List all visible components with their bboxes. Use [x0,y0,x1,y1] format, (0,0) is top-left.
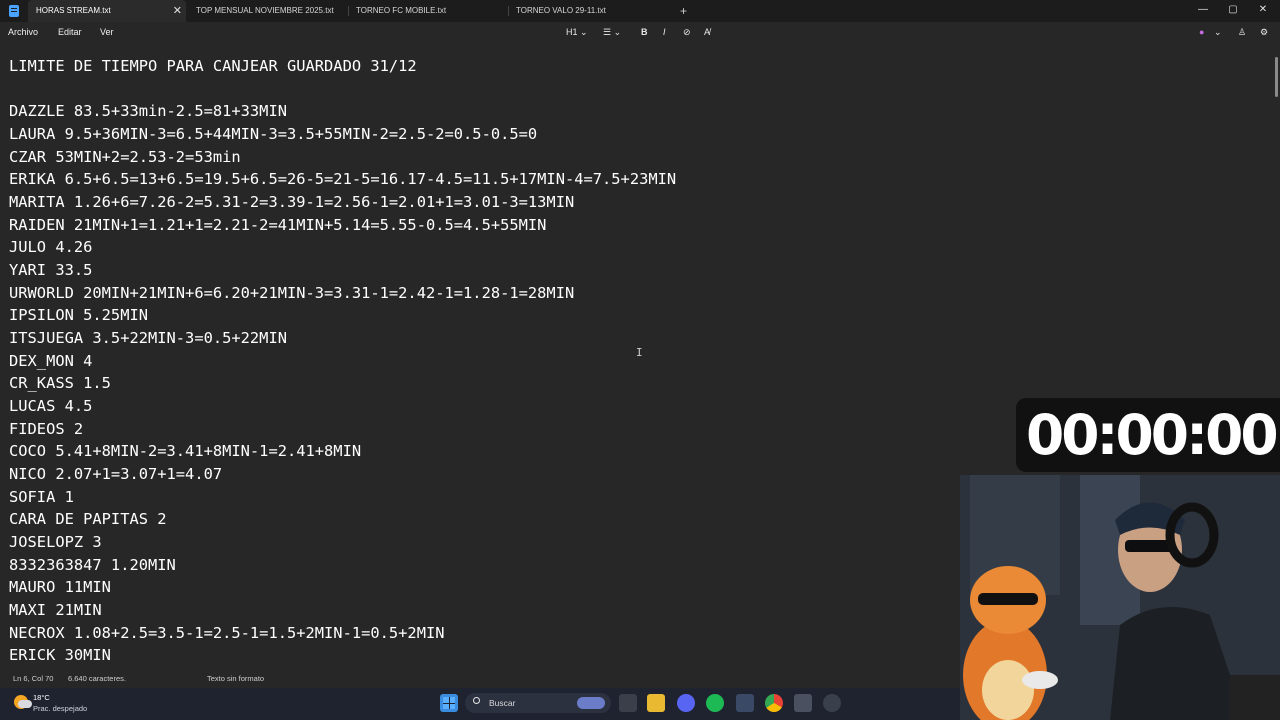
search-placeholder: Buscar [489,698,516,708]
text-line: ERICK 30MIN [9,646,111,664]
tab-top-mensual[interactable]: TOP MENSUAL NOVIEMBRE 2025.txt [188,0,348,22]
text-line: CZAR 53MIN+2=2.53-2=53min [9,148,241,166]
maximize-button[interactable]: ▢ [1218,0,1248,22]
tab-bar: HORAS STREAM.txt ✕ TOP MENSUAL NOVIEMBRE… [0,0,1280,22]
link-icon[interactable]: ⊘ [683,22,691,43]
discord-icon[interactable] [677,694,695,712]
weather-temperature[interactable]: 18°C [33,693,50,702]
menu-bar: Archivo Editar Ver H1 ⌄ ☰ ⌄ B I ⊘ A̸ ● ⌄… [0,22,1280,43]
search-icon [473,697,480,704]
menu-archivo[interactable]: Archivo [8,22,38,43]
chrome-icon[interactable] [765,694,783,712]
app-icon[interactable] [823,694,841,712]
calculator-icon[interactable] [794,694,812,712]
tab-label: TORNEO FC MOBILE.txt [356,6,447,15]
text-line: MARITA 1.26+6=7.26-2=5.31-2=3.39-1=2.56-… [9,193,575,211]
task-view-icon[interactable] [619,694,637,712]
text-line: LIMITE DE TIEMPO PARA CANJEAR GUARDADO 3… [9,57,417,75]
notepad-taskbar-icon[interactable] [736,694,754,712]
text-line: YARI 33.5 [9,261,93,279]
text-format[interactable]: Texto sin formato [207,670,264,688]
text-line: RAIDEN 21MIN+1=1.21+1=2.21-2=41MIN+5.14=… [9,216,547,234]
stream-timer: 00:00:00 [1016,398,1280,472]
weather-description[interactable]: Prac. despejado [33,704,87,713]
vertical-scrollbar[interactable] [1275,57,1278,97]
list-dropdown-icon[interactable]: ☰ ⌄ [603,22,621,43]
tab-label: HORAS STREAM.txt [36,6,111,15]
user-icon[interactable]: ♙ [1238,22,1246,43]
text-line: ERIKA 6.5+6.5=13+6.5=19.5+6.5=26-5=21-5=… [9,170,677,188]
text-line: URWORLD 20MIN+21MIN+6=6.20+21MIN-3=3.31-… [9,284,575,302]
text-line: CR_KASS 1.5 [9,374,111,392]
new-tab-button[interactable]: + [680,0,687,22]
tab-torneo-valo[interactable]: TORNEO VALO 29-11.txt [508,0,668,22]
tab-label: TORNEO VALO 29-11.txt [516,6,606,15]
clear-format-icon[interactable]: A̸ [704,22,710,43]
bold-button[interactable]: B [641,22,648,43]
text-line: LAURA 9.5+36MIN-3=6.5+44MIN-3=3.5+55MIN-… [9,125,538,143]
tab-label: TOP MENSUAL NOVIEMBRE 2025.txt [196,6,334,15]
text-line: CARA DE PAPITAS 2 [9,510,167,528]
tab-torneo-fc-mobile[interactable]: TORNEO FC MOBILE.txt [348,0,508,22]
settings-gear-icon[interactable]: ⚙ [1260,22,1268,43]
weather-icon[interactable] [14,695,32,709]
windows-start-icon[interactable] [440,694,458,712]
text-line: FIDEOS 2 [9,420,84,438]
text-line: JOSELOPZ 3 [9,533,102,551]
text-line: JULO 4.26 [9,238,93,256]
text-line: SOFIA 1 [9,488,74,506]
search-highlight-icon [577,697,605,709]
text-line: DAZZLE 83.5+33min-2.5=81+33MIN [9,102,287,120]
minimize-button[interactable]: — [1188,0,1218,22]
text-line: NICO 2.07+1=3.07+1=4.07 [9,465,223,483]
close-tab-icon[interactable]: ✕ [173,0,182,22]
mouse-ibeam-cursor-icon: I [636,346,643,359]
text-line: ITSJUEGA 3.5+22MIN-3=0.5+22MIN [9,329,287,347]
character-count: 6.640 caracteres. [68,674,126,683]
text-line: LUCAS 4.5 [9,397,93,415]
close-window-button[interactable]: ✕ [1248,0,1278,22]
cursor-position: Ln 6, Col 70 [13,674,54,683]
spotify-icon[interactable] [706,694,724,712]
menu-ver[interactable]: Ver [100,22,114,43]
text-line: DEX_MON 4 [9,352,93,370]
notepad-app-icon [9,5,19,17]
text-line: NECROX 1.08+2.5=3.5-1=2.5-1=1.5+2MIN-1=0… [9,624,445,642]
heading-dropdown[interactable]: H1 ⌄ [566,22,588,43]
italic-button[interactable]: I [663,22,666,43]
chevron-down-icon[interactable]: ⌄ [1214,22,1222,43]
tab-horas-stream[interactable]: HORAS STREAM.txt ✕ [28,0,186,22]
text-line: COCO 5.41+8MIN-2=3.41+8MIN-1=2.41+8MIN [9,442,362,460]
webcam-image [960,475,1280,720]
text-line: MAXI 21MIN [9,601,102,619]
text-line: MAURO 11MIN [9,578,111,596]
webcam-feed [960,475,1280,720]
copilot-icon[interactable]: ● [1199,22,1204,43]
taskbar-search[interactable]: Buscar [465,693,611,713]
menu-editar[interactable]: Editar [58,22,82,43]
text-line: 8332363847 1.20MIN [9,556,176,574]
text-line: IPSILON 5.25MIN [9,306,148,324]
file-explorer-icon[interactable] [647,694,665,712]
